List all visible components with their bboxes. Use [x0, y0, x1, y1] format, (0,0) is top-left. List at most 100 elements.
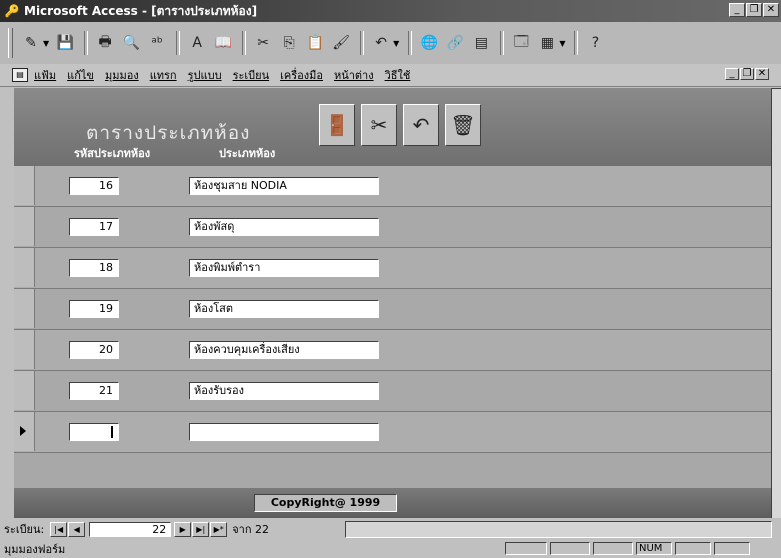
form-icon[interactable]: ▤ [12, 68, 28, 82]
table-row: 21 ห้องรับรอง [14, 371, 771, 412]
column-header-code: รหัสประเภทห้อง [74, 147, 151, 160]
close-form-button[interactable]: 🚪 [319, 104, 355, 146]
print-preview-icon[interactable]: 🔍 [119, 31, 143, 55]
room-type-name-field[interactable]: ห้องพิมพ์ตำรา [189, 259, 379, 277]
web-icon[interactable]: 🌐 [417, 31, 441, 55]
help-icon[interactable]: ? [583, 31, 607, 55]
view-icon[interactable]: ✎ [19, 31, 43, 55]
status-panel [593, 542, 633, 555]
hyperlink-icon[interactable]: 🔗 [443, 31, 467, 55]
window-title: Microsoft Access - [ตารางประเภทห้อง] [24, 3, 258, 18]
title-bar: 🔑 Microsoft Access - [ตารางประเภทห้อง] _… [0, 0, 781, 22]
paste-icon[interactable]: 📋 [303, 31, 327, 55]
room-type-code-field[interactable]: 17 [69, 218, 119, 236]
spelling-icon[interactable]: ᵃᵇ [145, 31, 169, 55]
toolbar-separator [242, 31, 247, 55]
table-row: 17 ห้องพัสดุ [14, 207, 771, 248]
dropdown-arrow-icon[interactable]: ▼ [43, 39, 49, 48]
field-list-icon[interactable]: A [185, 31, 209, 55]
vertical-scrollbar[interactable] [771, 88, 781, 520]
menu-format[interactable]: รูปแบบ [188, 66, 222, 84]
restore-button[interactable]: ❐ [746, 3, 762, 17]
toolbar-separator [84, 31, 89, 55]
first-record-button[interactable]: |◀ [50, 521, 68, 537]
copyright-label: CopyRight@ 1999 [254, 494, 397, 512]
record-selector[interactable] [14, 207, 35, 246]
record-selector[interactable] [14, 412, 35, 451]
room-type-name-field[interactable]: ห้องชุมสาย NODIA [189, 177, 379, 195]
room-type-name-field[interactable]: ห้องควบคุมเครื่องเสียง [189, 341, 379, 359]
undo-icon[interactable]: ↶ [369, 31, 393, 55]
record-number-field[interactable]: 22 [89, 521, 172, 537]
menu-records[interactable]: ระเบียน [233, 66, 270, 84]
record-label: ระเบียน: [4, 523, 45, 536]
num-lock-indicator: NUM [636, 542, 672, 555]
form-footer: CopyRight@ 1999 [14, 488, 771, 518]
doc-close-button[interactable]: ✕ [755, 68, 769, 80]
toolbar-separator [408, 31, 413, 55]
record-selector[interactable] [14, 248, 35, 287]
horizontal-scrollbar[interactable] [345, 521, 772, 538]
status-panel [550, 542, 590, 555]
record-list: 16 ห้องชุมสาย NODIA 17 ห้องพัสดุ 18 ห้องพิมพ์… [14, 166, 771, 453]
new-record-button[interactable]: ▶* [210, 521, 228, 537]
room-type-code-field[interactable] [69, 423, 119, 441]
record-selector[interactable] [14, 166, 35, 205]
toolbar-separator [176, 31, 181, 55]
toolbar-separator [500, 31, 505, 55]
toolbar: ✎ ▼ 💾 🖶 🔍 ᵃᵇ A 📖 ✂ ⎘ 📋 🖌 ↶ ▼ 🌐 🔗 ▤ 🗔 ▦ ▼? [0, 22, 781, 64]
room-type-code-field[interactable]: 19 [69, 300, 119, 318]
dropdown-arrow-icon[interactable]: ▼ [559, 39, 565, 48]
menu-bar: ▤ แฟ้ม แก้ไข มุมมอง แทรก รูปแบบ ระเบียน … [0, 64, 781, 87]
room-type-name-field[interactable] [189, 423, 379, 441]
menu-file[interactable]: แฟ้ม [34, 66, 56, 84]
status-panel [675, 542, 711, 555]
room-type-code-field[interactable]: 20 [69, 341, 119, 359]
close-button[interactable]: ✕ [763, 3, 779, 17]
access-key-icon: 🔑 [4, 4, 20, 18]
database-window-icon[interactable]: 🗔 [509, 31, 533, 55]
save-icon[interactable]: 💾 [53, 31, 77, 55]
dropdown-arrow-icon[interactable]: ▼ [393, 39, 399, 48]
format-painter-icon[interactable]: 🖌 [329, 31, 353, 55]
minimize-button[interactable]: _ [729, 3, 745, 17]
current-record-arrow-icon [20, 426, 26, 436]
room-type-name-field[interactable]: ห้องพัสดุ [189, 218, 379, 236]
room-type-code-field[interactable]: 18 [69, 259, 119, 277]
status-panel [505, 542, 547, 555]
window-controls: _ ❐ ✕ [729, 3, 779, 17]
record-selector[interactable] [14, 289, 35, 328]
room-type-code-field[interactable]: 21 [69, 382, 119, 400]
status-bar: มุมมองฟอร์ม NUM [0, 540, 781, 557]
print-icon[interactable]: 🖶 [93, 31, 117, 55]
room-type-name-field[interactable]: ห้องรับรอง [189, 382, 379, 400]
toolbar-grip[interactable] [8, 28, 13, 58]
new-object-icon[interactable]: ▦ [535, 31, 559, 55]
properties-icon[interactable]: ▤ [469, 31, 493, 55]
previous-record-button[interactable]: ◀ [68, 521, 86, 537]
menu-window[interactable]: หน้าต่าง [334, 66, 374, 84]
menu-insert[interactable]: แทรก [150, 66, 177, 84]
record-selector[interactable] [14, 371, 35, 410]
menu-help[interactable]: วิธีใช้ [385, 66, 411, 84]
save-record-button[interactable]: ✂ [361, 104, 397, 146]
next-record-button[interactable]: ▶ [174, 521, 192, 537]
doc-restore-button[interactable]: ❐ [740, 68, 754, 80]
last-record-button[interactable]: ▶| [192, 521, 210, 537]
undo-record-button[interactable]: ↶ [403, 104, 439, 146]
copy-icon[interactable]: ⎘ [277, 31, 301, 55]
record-count: จาก 22 [232, 523, 270, 536]
cut-icon[interactable]: ✂ [251, 31, 275, 55]
menu-edit[interactable]: แก้ไข [67, 66, 94, 84]
record-selector[interactable] [14, 330, 35, 369]
menu-view[interactable]: มุมมอง [105, 66, 139, 84]
room-type-name-field[interactable]: ห้องโสต [189, 300, 379, 318]
toolbar-separator [360, 31, 365, 55]
status-panel [714, 542, 750, 555]
delete-record-button[interactable]: 🗑 [445, 104, 481, 146]
doc-minimize-button[interactable]: _ [725, 68, 739, 80]
room-type-code-field[interactable]: 16 [69, 177, 119, 195]
new-record-row [14, 412, 771, 453]
menu-tools[interactable]: เครื่องมือ [280, 66, 323, 84]
code-icon[interactable]: 📖 [211, 31, 235, 55]
